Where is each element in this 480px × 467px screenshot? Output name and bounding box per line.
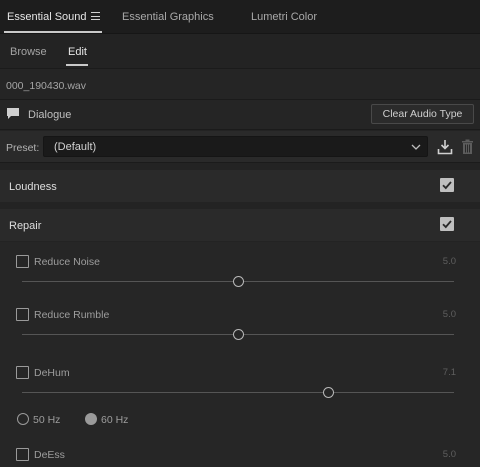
slider-track (22, 392, 454, 393)
audio-type-label: Dialogue (28, 109, 72, 121)
clip-name-row: 000_190430.wav (0, 68, 480, 100)
checkmark-icon (442, 181, 452, 190)
tab-edit[interactable]: Edit (68, 46, 87, 58)
dehum-slider[interactable] (22, 386, 454, 400)
dehum-value[interactable]: 7.1 (443, 367, 456, 378)
audio-type-row: Dialogue Clear Audio Type (0, 100, 480, 130)
repair-title: Repair (9, 220, 42, 232)
reduce-noise-row: Reduce Noise 5.0 (0, 252, 480, 272)
repair-section-header[interactable]: Repair (0, 209, 480, 241)
reduce-rumble-slider[interactable] (22, 328, 454, 342)
slider-thumb[interactable] (232, 329, 244, 340)
panel-tab-bar: Essential Sound Essential Graphics Lumet… (0, 0, 480, 34)
menu-icon[interactable] (91, 12, 100, 20)
reduce-rumble-value[interactable]: 5.0 (443, 309, 456, 320)
deess-checkbox[interactable] (16, 448, 29, 461)
deess-row: DeEss 5.0 (0, 445, 480, 465)
speech-bubble-icon (7, 108, 19, 119)
reduce-rumble-row: Reduce Rumble 5.0 (0, 305, 480, 325)
tab-essential-sound[interactable]: Essential Sound (7, 11, 87, 23)
reduce-noise-checkbox[interactable] (16, 255, 29, 268)
clip-file-name: 000_190430.wav (6, 80, 86, 92)
tab-lumetri-color[interactable]: Lumetri Color (251, 11, 317, 23)
checkmark-icon (442, 220, 452, 229)
reduce-noise-value[interactable]: 5.0 (443, 256, 456, 267)
slider-thumb[interactable] (323, 387, 335, 398)
chevron-down-icon (411, 144, 421, 150)
sub-tab-bar: Browse Edit (0, 34, 480, 68)
tab-browse[interactable]: Browse (10, 46, 47, 58)
repair-controls: Reduce Noise 5.0 Reduce Rumble 5.0 DeHum… (0, 242, 480, 467)
radio-50hz-label: 50 Hz (33, 414, 61, 426)
active-subtab-indicator (66, 64, 88, 66)
active-tab-indicator (4, 31, 102, 33)
loudness-section-header[interactable]: Loudness (0, 170, 480, 202)
save-preset-icon[interactable] (437, 139, 453, 155)
radio-50hz[interactable] (17, 413, 29, 425)
reduce-rumble-checkbox[interactable] (16, 308, 29, 321)
loudness-title: Loudness (9, 181, 57, 193)
dehum-label: DeHum (34, 367, 70, 379)
slider-thumb[interactable] (232, 276, 244, 287)
reduce-rumble-label: Reduce Rumble (34, 309, 110, 321)
radio-60hz[interactable] (85, 413, 97, 425)
preset-row: Preset: (Default) (0, 131, 480, 163)
loudness-checkbox[interactable] (440, 178, 454, 192)
repair-checkbox[interactable] (440, 217, 454, 231)
trash-icon[interactable] (461, 139, 474, 155)
essential-sound-panel: Essential Sound Essential Graphics Lumet… (0, 0, 480, 467)
preset-value: (Default) (54, 141, 97, 153)
preset-label: Preset: (6, 142, 40, 154)
radio-60hz-label: 60 Hz (101, 414, 129, 426)
deess-label: DeEss (34, 449, 65, 461)
reduce-noise-slider[interactable] (22, 275, 454, 289)
dehum-row: DeHum 7.1 (0, 363, 480, 383)
deess-value[interactable]: 5.0 (443, 449, 456, 460)
reduce-noise-label: Reduce Noise (34, 256, 100, 268)
preset-dropdown[interactable]: (Default) (43, 136, 428, 157)
dehum-checkbox[interactable] (16, 366, 29, 379)
dehum-frequency-row: 50 Hz 60 Hz (0, 410, 480, 430)
clear-audio-type-button[interactable]: Clear Audio Type (371, 104, 474, 124)
tab-essential-graphics[interactable]: Essential Graphics (122, 11, 214, 23)
